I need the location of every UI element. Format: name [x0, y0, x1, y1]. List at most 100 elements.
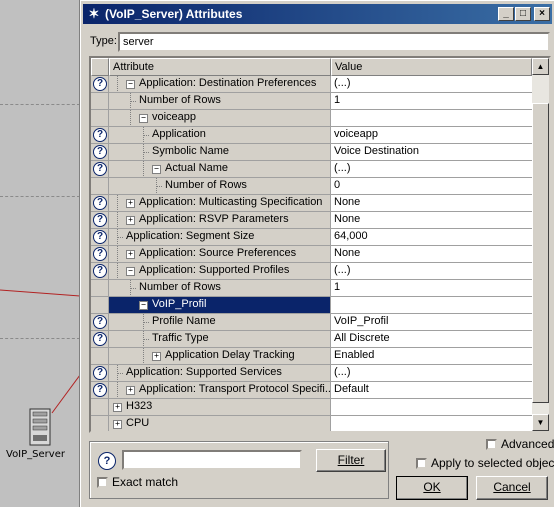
- server-icon[interactable]: [27, 408, 53, 448]
- attribute-cell[interactable]: − Application: Destination Preferences: [109, 76, 331, 93]
- table-row[interactable]: ? + Application: Transport Protocol Specif…: [91, 382, 532, 399]
- value-cell[interactable]: [331, 416, 532, 431]
- attribute-cell[interactable]: − Actual Name: [109, 161, 331, 178]
- value-cell[interactable]: voiceapp: [331, 127, 532, 144]
- attribute-cell[interactable]: + H323: [109, 399, 331, 416]
- table-row[interactable]: − voiceapp: [91, 110, 532, 127]
- help-icon[interactable]: ?: [93, 332, 107, 346]
- help-icon[interactable]: ?: [93, 247, 107, 261]
- filter-help-icon[interactable]: ?: [98, 452, 116, 470]
- value-cell[interactable]: Enabled: [331, 348, 532, 365]
- advanced-checkbox[interactable]: [486, 439, 497, 450]
- table-row[interactable]: ? Symbolic Name Voice Destination: [91, 144, 532, 161]
- table-row[interactable]: ? − Application: Supported Profiles (...): [91, 263, 532, 280]
- attribute-cell[interactable]: Profile Name: [109, 314, 331, 331]
- collapse-icon[interactable]: −: [139, 301, 148, 310]
- table-row[interactable]: − VoIP_Profil: [91, 297, 532, 314]
- table-row[interactable]: ? − Application: Destination Preferences (.…: [91, 76, 532, 93]
- value-cell[interactable]: (...): [331, 365, 532, 382]
- attribute-cell[interactable]: Traffic Type: [109, 331, 331, 348]
- collapse-icon[interactable]: −: [126, 80, 135, 89]
- attribute-cell[interactable]: + CPU: [109, 416, 331, 431]
- cancel-button[interactable]: Cancel: [476, 476, 548, 500]
- table-row[interactable]: ? + Application: RSVP Parameters None: [91, 212, 532, 229]
- value-cell[interactable]: 1: [331, 93, 532, 110]
- expand-icon[interactable]: +: [126, 216, 135, 225]
- help-icon[interactable]: ?: [93, 315, 107, 329]
- table-row[interactable]: ? + Application: Multicasting Specificatio…: [91, 195, 532, 212]
- help-icon[interactable]: ?: [93, 145, 107, 159]
- value-cell[interactable]: 64,000: [331, 229, 532, 246]
- type-field[interactable]: server: [118, 32, 550, 52]
- exact-match-checkbox[interactable]: [97, 477, 108, 488]
- table-row[interactable]: ? Traffic Type All Discrete: [91, 331, 532, 348]
- close-button[interactable]: ×: [534, 7, 550, 21]
- value-cell[interactable]: (...): [331, 76, 532, 93]
- value-column-header[interactable]: Value: [331, 58, 532, 76]
- value-cell[interactable]: None: [331, 212, 532, 229]
- value-cell[interactable]: Default: [331, 382, 532, 399]
- attribute-cell[interactable]: Number of Rows: [109, 280, 331, 297]
- scroll-thumb[interactable]: [532, 103, 549, 403]
- attribute-column-header[interactable]: Attribute: [109, 58, 331, 76]
- attribute-cell[interactable]: + Application Delay Tracking: [109, 348, 331, 365]
- help-icon[interactable]: ?: [93, 196, 107, 210]
- table-row[interactable]: Number of Rows 0: [91, 178, 532, 195]
- help-column-header[interactable]: [91, 58, 109, 76]
- help-icon[interactable]: ?: [93, 213, 107, 227]
- value-cell[interactable]: [331, 297, 532, 314]
- attribute-cell[interactable]: Application: Segment Size: [109, 229, 331, 246]
- value-cell[interactable]: [331, 110, 532, 127]
- collapse-icon[interactable]: −: [152, 165, 161, 174]
- table-row[interactable]: + CPU: [91, 416, 532, 431]
- table-row[interactable]: + H323: [91, 399, 532, 416]
- table-row[interactable]: ? Application voiceapp: [91, 127, 532, 144]
- maximize-button[interactable]: □: [515, 7, 531, 21]
- table-row[interactable]: ? Application: Segment Size 64,000: [91, 229, 532, 246]
- expand-icon[interactable]: +: [152, 352, 161, 361]
- attribute-cell[interactable]: Symbolic Name: [109, 144, 331, 161]
- minimize-button[interactable]: _: [498, 7, 514, 21]
- collapse-icon[interactable]: −: [139, 114, 148, 123]
- ok-button[interactable]: OK: [396, 476, 468, 500]
- apply-selected-checkbox[interactable]: [416, 458, 427, 469]
- value-cell[interactable]: All Discrete: [331, 331, 532, 348]
- attribute-cell[interactable]: + Application: Transport Protocol Specifi…: [109, 382, 331, 399]
- table-row[interactable]: Number of Rows 1: [91, 280, 532, 297]
- title-bar[interactable]: ✶ (VoIP_Server) Attributes _ □ ×: [83, 4, 552, 24]
- value-cell[interactable]: (...): [331, 263, 532, 280]
- help-icon[interactable]: ?: [93, 383, 107, 397]
- collapse-icon[interactable]: −: [126, 267, 135, 276]
- value-cell[interactable]: Voice Destination: [331, 144, 532, 161]
- value-cell[interactable]: 1: [331, 280, 532, 297]
- expand-icon[interactable]: +: [113, 403, 122, 412]
- attribute-cell[interactable]: − voiceapp: [109, 110, 331, 127]
- value-cell[interactable]: None: [331, 246, 532, 263]
- value-cell[interactable]: (...): [331, 161, 532, 178]
- attribute-cell[interactable]: + Application: Multicasting Specification: [109, 195, 331, 212]
- value-cell[interactable]: VoIP_Profil: [331, 314, 532, 331]
- expand-icon[interactable]: +: [126, 199, 135, 208]
- expand-icon[interactable]: +: [113, 420, 122, 429]
- value-cell[interactable]: 0: [331, 178, 532, 195]
- help-icon[interactable]: ?: [93, 264, 107, 278]
- table-row[interactable]: Number of Rows 1: [91, 93, 532, 110]
- attribute-cell[interactable]: − Application: Supported Profiles: [109, 263, 331, 280]
- table-row[interactable]: ? Profile Name VoIP_Profil: [91, 314, 532, 331]
- attribute-cell[interactable]: Number of Rows: [109, 178, 331, 195]
- help-icon[interactable]: ?: [93, 230, 107, 244]
- expand-icon[interactable]: +: [126, 250, 135, 259]
- attribute-cell[interactable]: + Application: Source Preferences: [109, 246, 331, 263]
- attribute-cell[interactable]: − VoIP_Profil: [109, 297, 331, 314]
- help-icon[interactable]: ?: [93, 77, 107, 91]
- value-cell[interactable]: [331, 399, 532, 416]
- scroll-up-button[interactable]: ▲: [532, 58, 549, 75]
- attribute-cell[interactable]: Application: [109, 127, 331, 144]
- attribute-cell[interactable]: Number of Rows: [109, 93, 331, 110]
- scroll-down-button[interactable]: ▼: [532, 414, 549, 431]
- attribute-cell[interactable]: Application: Supported Services: [109, 365, 331, 382]
- value-cell[interactable]: None: [331, 195, 532, 212]
- attribute-cell[interactable]: + Application: RSVP Parameters: [109, 212, 331, 229]
- table-row[interactable]: ? + Application: Source Preferences None: [91, 246, 532, 263]
- filter-button[interactable]: Filter: [316, 449, 386, 472]
